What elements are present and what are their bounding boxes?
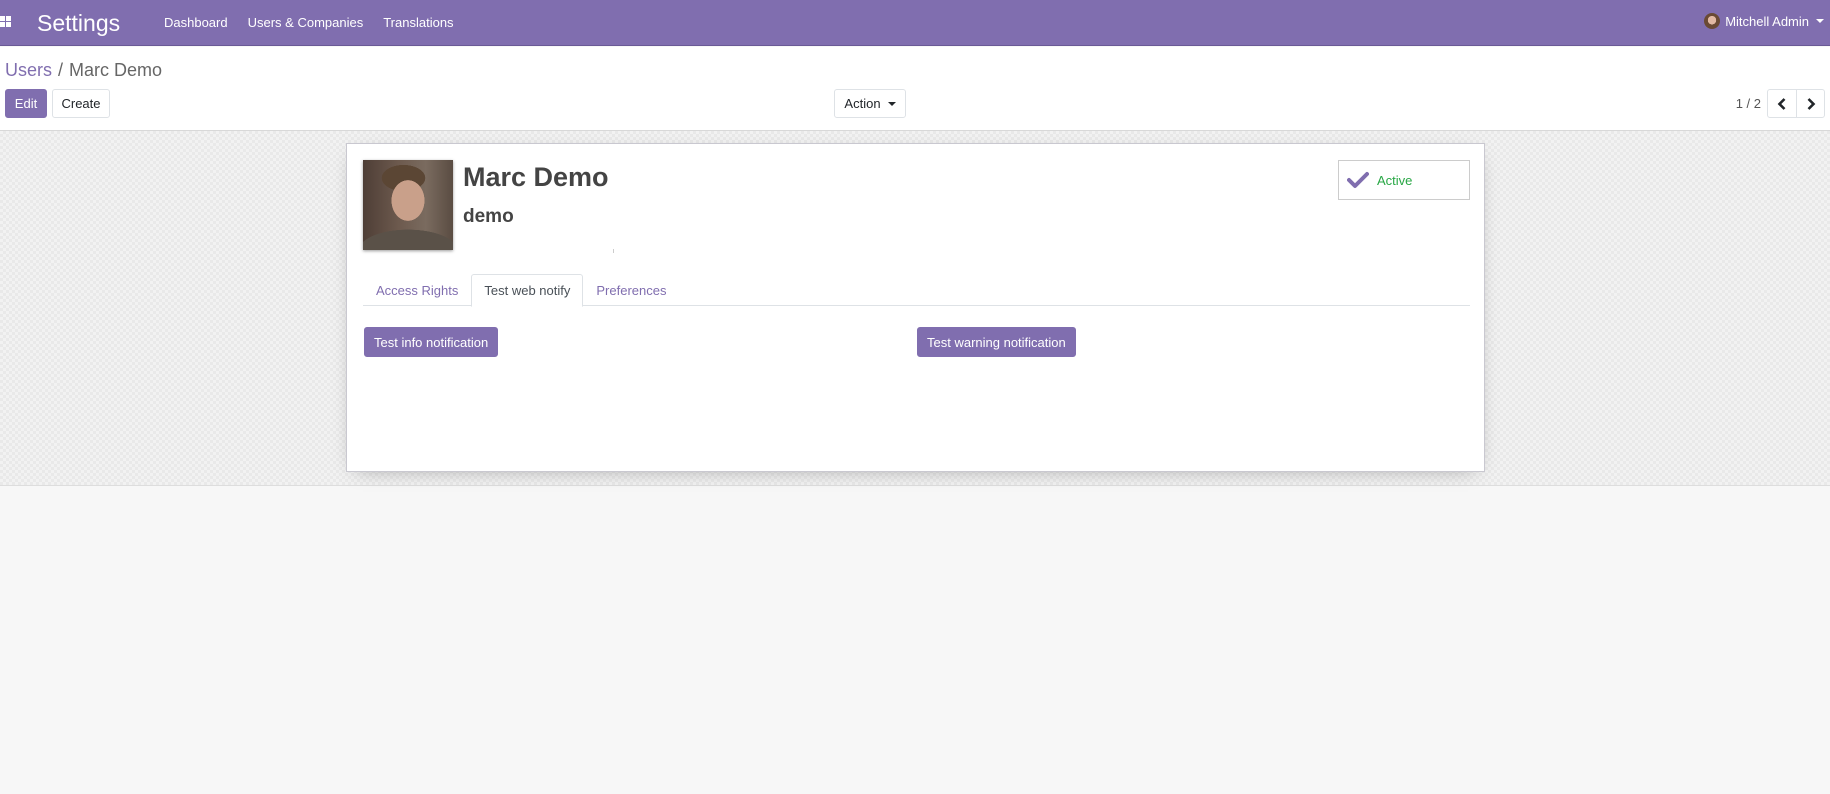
form-view: Marc Demo demo Active Access Rights Test…	[0, 131, 1830, 486]
pager-next-button[interactable]	[1796, 90, 1824, 117]
pager-previous-button[interactable]	[1768, 90, 1796, 117]
chevron-right-icon	[1807, 97, 1815, 110]
chevron-left-icon	[1777, 97, 1786, 110]
breadcrumb-separator: /	[58, 60, 64, 80]
user-avatar	[1704, 13, 1721, 29]
test-warning-notification-button[interactable]: Test warning notification	[917, 327, 1076, 357]
nav-menu: Dashboard Users & Companies Translations	[164, 15, 474, 30]
app-title[interactable]: Settings	[37, 10, 120, 37]
active-label: Active	[1377, 172, 1413, 188]
caret-down-icon	[887, 101, 896, 106]
breadcrumb-current: Marc Demo	[69, 60, 163, 80]
breadcrumb-users-link[interactable]: Users	[5, 60, 52, 80]
active-toggle-button[interactable]: Active	[1338, 160, 1470, 200]
menu-translations[interactable]: Translations	[383, 15, 453, 30]
form-sheet: Marc Demo demo Active Access Rights Test…	[346, 143, 1485, 472]
pager-value[interactable]: 1 / 2	[1736, 96, 1761, 111]
top-navbar: Settings Dashboard Users & Companies Tra…	[0, 0, 1830, 46]
user-photo[interactable]	[363, 160, 453, 250]
notebook-tabs: Access Rights Test web notify Preference…	[363, 274, 1470, 307]
caret-down-icon	[1816, 19, 1824, 23]
pager: 1 / 2	[1736, 89, 1825, 118]
test-info-notification-button[interactable]: Test info notification	[364, 327, 499, 357]
menu-dashboard[interactable]: Dashboard	[164, 15, 228, 30]
menu-users-companies[interactable]: Users & Companies	[248, 15, 364, 30]
apps-grid-icon[interactable]	[0, 16, 12, 28]
user-name-field: Marc Demo	[463, 162, 609, 192]
user-name: Mitchell Admin	[1725, 13, 1809, 29]
action-dropdown[interactable]: Action	[834, 89, 906, 118]
user-login-field: demo	[463, 206, 514, 227]
user-menu[interactable]: Mitchell Admin	[1704, 13, 1830, 29]
create-button[interactable]: Create	[52, 89, 110, 118]
action-label: Action	[844, 96, 881, 111]
check-icon	[1347, 172, 1369, 188]
field-divider	[613, 249, 614, 253]
tab-preferences[interactable]: Preferences	[583, 274, 679, 306]
breadcrumb: Users / Marc Demo	[5, 60, 162, 81]
control-panel: Users / Marc Demo Edit Create Action 1 / 2	[0, 47, 1830, 131]
edit-button[interactable]: Edit	[5, 89, 47, 118]
tab-access-rights[interactable]: Access Rights	[363, 274, 471, 306]
tab-test-web-notify[interactable]: Test web notify	[471, 274, 584, 307]
